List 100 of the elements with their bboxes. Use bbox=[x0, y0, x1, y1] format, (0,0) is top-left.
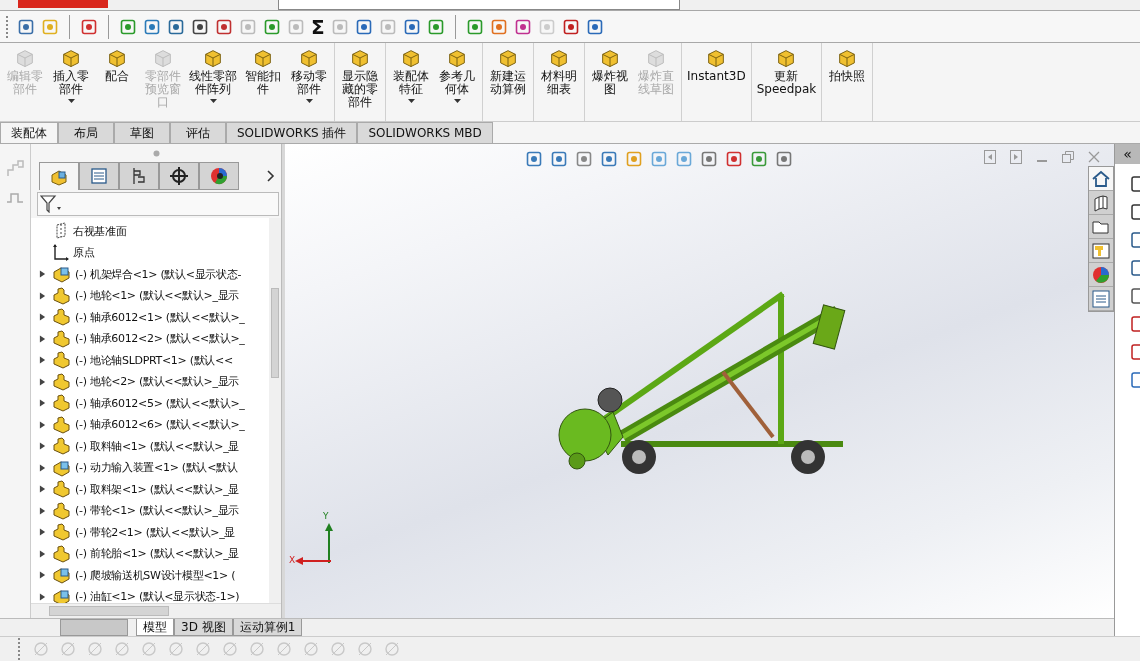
expand-arrow-icon[interactable] bbox=[38, 291, 46, 300]
command-button[interactable]: 线性零部 件阵列 bbox=[186, 43, 240, 121]
close-icon[interactable] bbox=[1088, 151, 1100, 164]
panel-tab[interactable] bbox=[199, 162, 239, 191]
command-button[interactable]: 移动零 部件 bbox=[286, 43, 332, 121]
command-button[interactable]: 更新 Speedpak bbox=[753, 43, 820, 121]
command-button[interactable]: 材料明 细表 bbox=[536, 43, 582, 121]
collapse-button[interactable]: « bbox=[1115, 144, 1140, 165]
view-tab[interactable]: 模型 bbox=[136, 619, 174, 637]
chevron-right-icon[interactable] bbox=[267, 170, 275, 183]
expand-arrow-icon[interactable] bbox=[38, 356, 46, 365]
tree-item[interactable]: (-) 地轮<2> (默认<<默认>_显示 bbox=[75, 374, 240, 390]
command-button[interactable]: 新建运 动算例 bbox=[485, 43, 531, 121]
tree-item[interactable]: 右视基准面 bbox=[73, 223, 127, 239]
part-icon bbox=[52, 308, 72, 327]
expand-arrow-icon[interactable] bbox=[38, 399, 46, 408]
expand-arrow-icon[interactable] bbox=[38, 571, 46, 580]
command-tab[interactable]: SOLIDWORKS 插件 bbox=[226, 121, 358, 144]
panel-tab[interactable] bbox=[119, 162, 159, 191]
tree-item[interactable]: (-) 轴承6012<5> (默认<<默认>_ bbox=[75, 395, 245, 411]
caret-icon[interactable] bbox=[453, 99, 461, 104]
tree-item[interactable]: (-) 动力输入装置<1> (默认<默认 bbox=[75, 460, 238, 476]
expand-arrow-icon[interactable] bbox=[38, 592, 46, 601]
command-tab[interactable]: SOLIDWORKS MBD bbox=[357, 121, 493, 144]
side-tab[interactable] bbox=[1089, 215, 1113, 240]
tree-item[interactable]: (-) 前轮胎<1> (默认<<默认>_显 bbox=[75, 546, 240, 562]
tree-item[interactable]: (-) 轴承6012<1> (默认<<默认>_ bbox=[75, 309, 245, 325]
task-item-icon[interactable] bbox=[1130, 372, 1140, 389]
command-tab[interactable]: 布局 bbox=[58, 121, 114, 144]
graphics-viewport[interactable]: Y X bbox=[285, 144, 1114, 619]
caret-icon[interactable] bbox=[209, 99, 217, 104]
tree-item[interactable]: (-) 取料架<1> (默认<<默认>_显 bbox=[75, 481, 240, 497]
tree-item[interactable]: (-) 爬坡输送机SW设计模型<1> ( bbox=[75, 567, 236, 583]
part-icon bbox=[52, 437, 72, 456]
tree-item[interactable]: (-) 取料轴<1> (默认<<默认>_显 bbox=[75, 438, 240, 454]
command-button[interactable]: 拍快照 bbox=[824, 43, 871, 121]
tree-item[interactable]: (-) 地论轴SLDPRT<1> (默认<< bbox=[75, 352, 233, 368]
restore-icon[interactable] bbox=[1062, 151, 1074, 164]
side-tab[interactable] bbox=[1089, 287, 1113, 312]
part-icon bbox=[52, 329, 72, 348]
expand-arrow-icon[interactable] bbox=[38, 463, 46, 472]
tree-item[interactable]: (-) 油缸<1> (默认<显示状态-1>) bbox=[75, 589, 240, 604]
expand-arrow-icon[interactable] bbox=[38, 528, 46, 537]
command-button[interactable]: 爆炸视 图 bbox=[587, 43, 633, 121]
view-tab[interactable]: 3D 视图 bbox=[174, 619, 233, 637]
command-button[interactable]: Instant3D bbox=[684, 43, 749, 121]
command-button[interactable]: 插入零 部件 bbox=[48, 43, 94, 121]
expand-arrow-icon[interactable] bbox=[38, 270, 46, 279]
expand-arrow-icon[interactable] bbox=[38, 485, 46, 494]
side-tab[interactable] bbox=[1089, 191, 1113, 216]
task-item-icon[interactable] bbox=[1130, 260, 1140, 277]
caret-icon[interactable] bbox=[407, 99, 415, 104]
sum-button[interactable]: Σ bbox=[311, 17, 325, 36]
task-item-icon[interactable] bbox=[1130, 316, 1140, 333]
expand-arrow-icon[interactable] bbox=[38, 420, 46, 429]
expand-arrow-icon[interactable] bbox=[38, 377, 46, 386]
expand-arrow-icon[interactable] bbox=[38, 313, 46, 322]
command-tab[interactable]: 草图 bbox=[114, 121, 170, 144]
splitter-handle-icon[interactable] bbox=[152, 149, 160, 157]
task-item-icon[interactable] bbox=[1130, 176, 1140, 193]
expand-arrow-icon[interactable] bbox=[38, 549, 46, 558]
x-axis-arrow-icon bbox=[295, 557, 331, 566]
command-button[interactable]: 参考几 何体 bbox=[434, 43, 480, 121]
side-tab[interactable] bbox=[1089, 167, 1113, 192]
command-button[interactable]: 配合 bbox=[94, 43, 140, 121]
task-item-icon[interactable] bbox=[1130, 232, 1140, 249]
caret-icon[interactable] bbox=[67, 99, 75, 104]
tree-item[interactable]: (-) 机架焊合<1> (默认<显示状态- bbox=[75, 266, 242, 282]
filter-field[interactable] bbox=[37, 192, 279, 217]
command-tab[interactable]: 评估 bbox=[170, 121, 226, 144]
command-button[interactable]: 装配体 特征 bbox=[388, 43, 434, 121]
crosshair-icon bbox=[169, 166, 189, 187]
palette-icon bbox=[1092, 241, 1110, 260]
side-tab[interactable] bbox=[1089, 263, 1113, 288]
filter-icon bbox=[40, 195, 62, 214]
task-item-icon[interactable] bbox=[1130, 344, 1140, 361]
next-icon[interactable] bbox=[1010, 150, 1022, 165]
tree-item[interactable]: (-) 带轮<1> (默认<<默认>_显示 bbox=[75, 503, 240, 519]
command-button[interactable]: 显示隐 藏的零 部件 bbox=[337, 43, 383, 121]
view-tab[interactable]: 运动算例1 bbox=[232, 619, 303, 637]
task-item-icon[interactable] bbox=[1130, 288, 1140, 305]
tree-item[interactable]: (-) 地轮<1> (默认<<默认>_显示 bbox=[75, 288, 240, 304]
command-button[interactable]: 智能扣 件 bbox=[240, 43, 286, 121]
command-tab[interactable]: 装配体 bbox=[0, 121, 58, 144]
horizontal-scrollbar[interactable] bbox=[31, 603, 281, 619]
previous-icon[interactable] bbox=[984, 150, 996, 165]
expand-arrow-icon[interactable] bbox=[38, 442, 46, 451]
part-icon bbox=[52, 286, 72, 305]
panel-tab[interactable] bbox=[159, 162, 199, 191]
tree-item[interactable]: (-) 带轮2<1> (默认<<默认>_显 bbox=[75, 524, 236, 540]
tree-item[interactable]: 原点 bbox=[73, 245, 95, 261]
side-tab[interactable] bbox=[1089, 239, 1113, 264]
caret-icon[interactable] bbox=[305, 99, 313, 104]
part-icon bbox=[52, 480, 72, 499]
expand-arrow-icon[interactable] bbox=[38, 506, 46, 515]
tree-item[interactable]: (-) 轴承6012<2> (默认<<默认>_ bbox=[75, 331, 245, 347]
task-item-icon[interactable] bbox=[1130, 204, 1140, 221]
expand-arrow-icon[interactable] bbox=[38, 334, 46, 343]
vertical-scrollbar[interactable] bbox=[269, 218, 281, 604]
tree-item[interactable]: (-) 轴承6012<6> (默认<<默认>_ bbox=[75, 417, 245, 433]
